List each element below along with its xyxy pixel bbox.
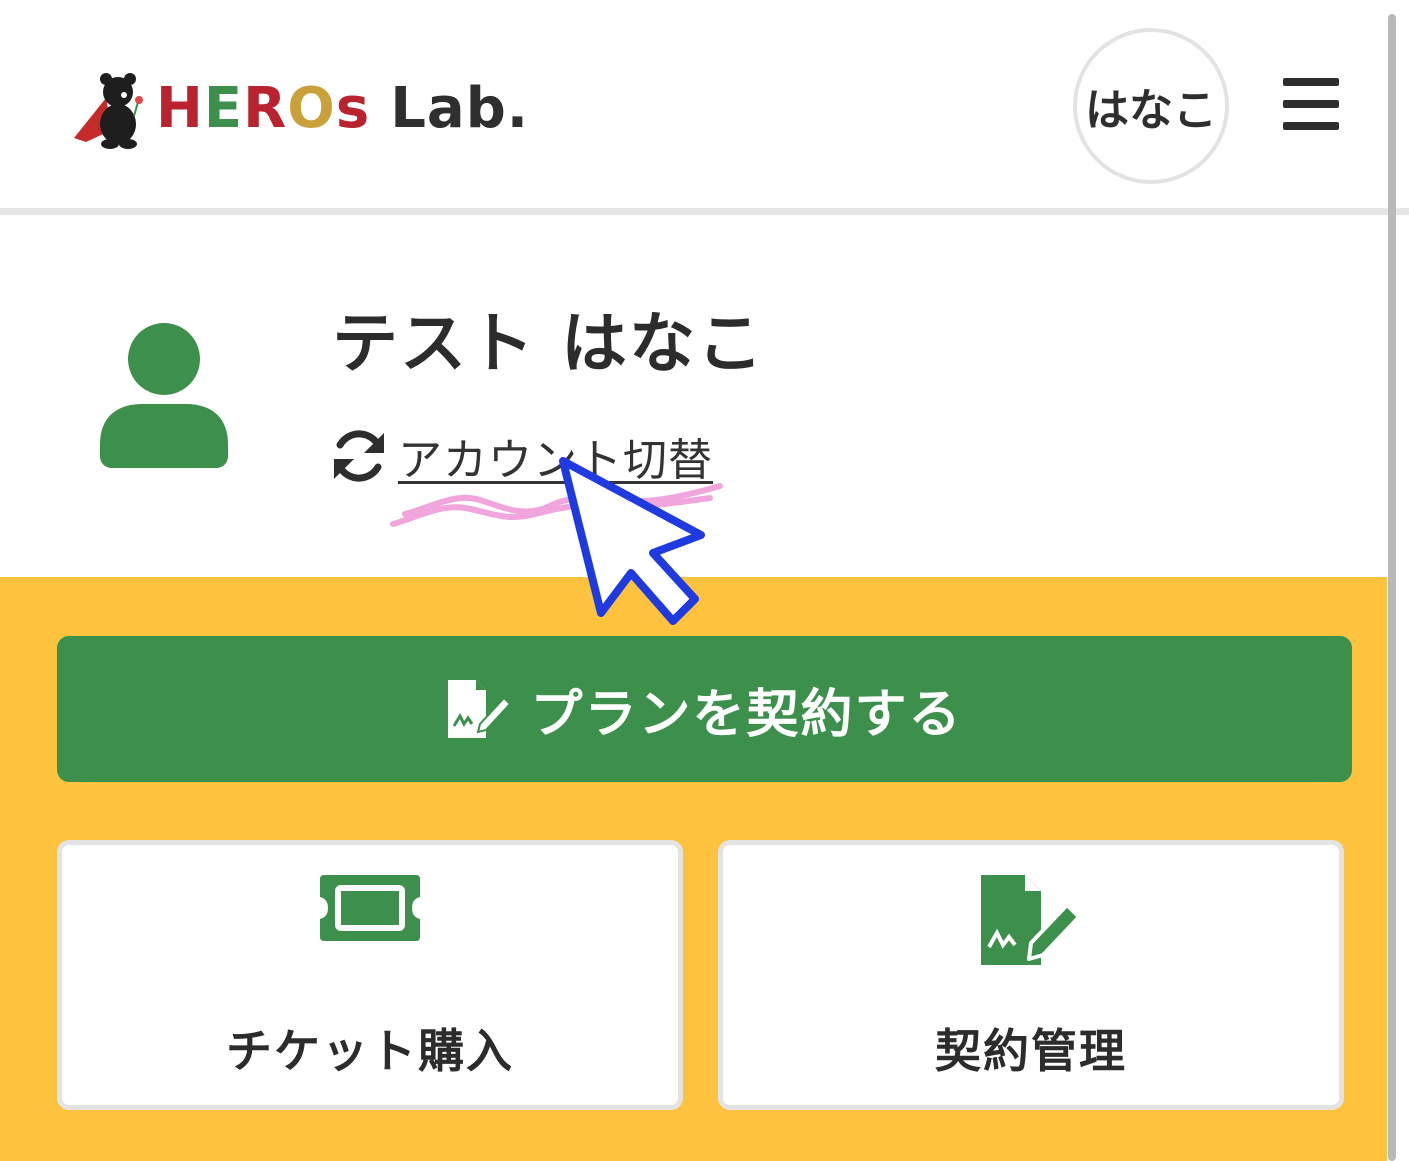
- logo-suffix: Lab.: [390, 76, 530, 141]
- refresh-icon: [334, 430, 384, 482]
- ticket-purchase-label: チケット購入: [226, 1024, 514, 1078]
- ticket-icon: [320, 875, 420, 941]
- user-avatar-label: はなこ: [1085, 85, 1217, 136]
- logo-letter: s: [335, 76, 371, 141]
- contract-plan-button[interactable]: プランを契約する: [57, 636, 1352, 782]
- person-icon: [100, 323, 228, 468]
- user-avatar-button[interactable]: はなこ: [1073, 28, 1229, 184]
- logo-letter: R: [243, 76, 288, 141]
- logo-letter: H: [156, 76, 204, 141]
- contract-sign-icon: [981, 875, 1081, 965]
- user-name: テスト はなこ: [332, 305, 765, 382]
- card-icon-wrap: [723, 873, 1339, 967]
- scrollbar-thumb[interactable]: [1388, 14, 1396, 1161]
- app-header: H E R O s Lab. はなこ: [0, 0, 1409, 210]
- mouse-pointer-icon: [559, 457, 705, 625]
- menu-bar: [1283, 122, 1339, 130]
- logo-wordmark: H E R O s Lab.: [156, 81, 529, 137]
- card-icon-wrap: [62, 873, 678, 943]
- logo-letter: O: [287, 76, 336, 141]
- bear-mascot-icon: [74, 73, 143, 149]
- logo-letter: E: [203, 76, 244, 141]
- menu-bar: [1283, 78, 1339, 86]
- contract-plan-label: プランを契約する: [530, 684, 963, 745]
- contract-sign-icon: [448, 680, 511, 738]
- header-divider: [0, 208, 1409, 215]
- menu-bar: [1283, 100, 1339, 108]
- hamburger-icon[interactable]: [1283, 78, 1339, 130]
- contract-management-card[interactable]: 契約管理: [718, 840, 1344, 1110]
- heros-lab-logo[interactable]: H E R O s Lab.: [68, 68, 529, 150]
- contract-management-label: 契約管理: [935, 1024, 1127, 1078]
- ticket-purchase-card[interactable]: チケット購入: [57, 840, 683, 1110]
